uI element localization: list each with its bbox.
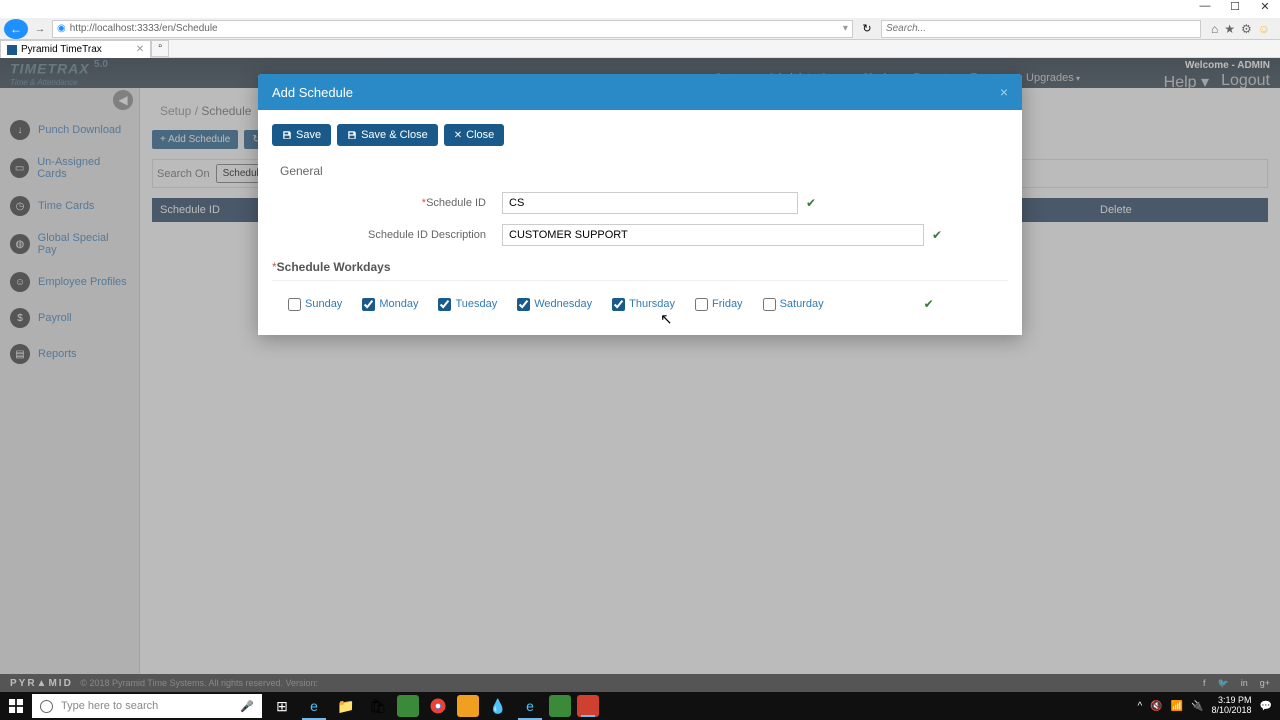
wednesday-checkbox[interactable] [517, 298, 530, 311]
modal-title: Add Schedule [272, 85, 353, 100]
taskbar-search-placeholder: Type here to search [61, 700, 158, 712]
save-close-button[interactable]: Save & Close [337, 124, 438, 146]
ie-icon[interactable]: e [514, 692, 546, 720]
taskbar: Type here to search 🎤 ⊞ e 📁 🛍 💧 e ^ 🔇 📶 … [0, 692, 1280, 720]
forward-button[interactable]: → [32, 21, 48, 37]
workday-tuesday[interactable]: Tuesday [438, 298, 497, 311]
refresh-button[interactable]: ↻ [857, 22, 877, 35]
app-icon-4[interactable] [549, 695, 571, 717]
save-button[interactable]: Save [272, 124, 331, 146]
minimize-button[interactable]: — [1190, 0, 1220, 18]
back-button[interactable]: ← [4, 19, 28, 39]
notifications-icon[interactable]: 💬 [1260, 701, 1272, 712]
workdays-header: *Schedule Workdays [272, 260, 1008, 281]
workday-friday[interactable]: Friday [695, 298, 743, 311]
tray-wifi-icon[interactable]: 📶 [1171, 701, 1183, 712]
tray-up-icon[interactable]: ^ [1137, 701, 1142, 712]
app-icon-5[interactable] [577, 695, 599, 717]
add-schedule-modal: Add Schedule × Save Save & Close ✕ Close… [258, 74, 1022, 335]
taskbar-search[interactable]: Type here to search 🎤 [32, 694, 262, 718]
tuesday-checkbox[interactable] [438, 298, 451, 311]
url-text: http://localhost:3333/en/Schedule [70, 23, 218, 34]
chrome-icon[interactable] [422, 692, 454, 720]
workday-sunday[interactable]: Sunday [288, 298, 342, 311]
app-icon-2[interactable] [457, 695, 479, 717]
task-view-icon[interactable]: ⊞ [266, 692, 298, 720]
browser-tab[interactable]: Pyramid TimeTrax ✕ [0, 40, 151, 58]
tools-icon[interactable]: ⚙ [1241, 22, 1252, 36]
cortana-icon [40, 700, 53, 713]
saturday-checkbox[interactable] [763, 298, 776, 311]
file-explorer-icon[interactable]: 📁 [330, 692, 362, 720]
tray-network-icon[interactable]: 🔇 [1150, 701, 1162, 712]
browser-search-input[interactable] [881, 20, 1201, 38]
monday-checkbox[interactable] [362, 298, 375, 311]
favicon-icon [7, 45, 17, 55]
thursday-checkbox[interactable] [612, 298, 625, 311]
schedule-desc-input[interactable] [502, 224, 924, 246]
sunday-checkbox[interactable] [288, 298, 301, 311]
modal-header: Add Schedule × [258, 74, 1022, 110]
tray-power-icon[interactable]: 🔌 [1191, 701, 1203, 712]
check-icon: ✔ [924, 297, 934, 311]
smiley-icon[interactable]: ☺ [1258, 22, 1270, 36]
check-icon: ✔ [932, 228, 942, 242]
maximize-button[interactable]: ☐ [1220, 0, 1250, 18]
tab-general[interactable]: General [272, 160, 331, 182]
workday-monday[interactable]: Monday [362, 298, 418, 311]
store-icon[interactable]: 🛍 [362, 692, 394, 720]
close-button[interactable]: ✕ [1250, 0, 1280, 18]
browser-toolbar: ← → ◉ http://localhost:3333/en/Schedule … [0, 18, 1280, 40]
workday-thursday[interactable]: Thursday [612, 298, 675, 311]
schedule-id-input[interactable] [502, 192, 798, 214]
mic-icon[interactable]: 🎤 [240, 700, 254, 713]
start-button[interactable] [0, 692, 32, 720]
friday-checkbox[interactable] [695, 298, 708, 311]
workday-saturday[interactable]: Saturday [763, 298, 824, 311]
schedule-desc-label: Schedule ID Description [272, 229, 502, 241]
home-icon[interactable]: ⌂ [1211, 22, 1218, 36]
url-bar[interactable]: ◉ http://localhost:3333/en/Schedule ▾ [52, 20, 853, 38]
close-button[interactable]: ✕ Close [444, 124, 505, 146]
browser-tabs: Pyramid TimeTrax ✕ ▫ [0, 40, 1280, 58]
taskbar-clock[interactable]: 3:19 PM 8/10/2018 [1212, 696, 1252, 716]
edge-icon[interactable]: e [298, 692, 330, 720]
check-icon: ✔ [806, 196, 816, 210]
favorites-icon[interactable]: ★ [1224, 22, 1235, 36]
app-icon-3[interactable]: 💧 [482, 692, 514, 720]
tab-title: Pyramid TimeTrax [21, 44, 102, 55]
schedule-id-label: Schedule ID [426, 197, 486, 209]
app-icon-1[interactable] [397, 695, 419, 717]
new-tab-button[interactable]: ▫ [151, 40, 169, 57]
workday-wednesday[interactable]: Wednesday [517, 298, 592, 311]
tab-close-icon[interactable]: ✕ [136, 44, 144, 55]
window-controls: — ☐ ✕ [1190, 0, 1280, 18]
modal-close-icon[interactable]: × [1000, 84, 1008, 100]
